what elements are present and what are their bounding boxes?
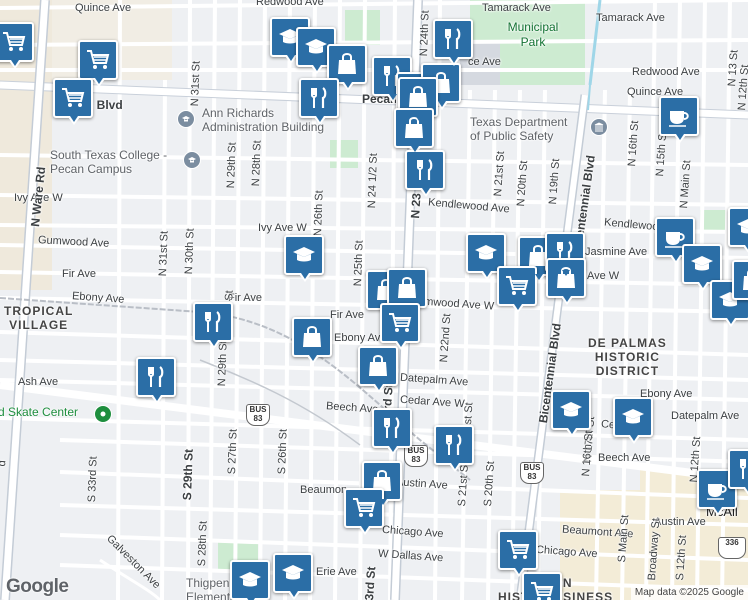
restaurant-marker[interactable] [728, 449, 748, 496]
street-redwood-ave: Redwood Ave [256, 0, 324, 8]
street-n-24-half-st: N 24 1/2 St [366, 152, 380, 209]
public-safety-line1: Texas Department [470, 115, 568, 129]
skate-center-icon[interactable] [94, 405, 112, 423]
street-tamarack-ave: Tamarack Ave [482, 2, 551, 14]
public-safety-line2: of Public Safety [470, 129, 554, 143]
street-quince-ave: Quince Ave [75, 2, 132, 14]
street-n-12th-st: N 12th St [736, 64, 748, 111]
restaurant-marker[interactable] [299, 78, 339, 125]
de-palmas-line1: DE PALMAS [588, 336, 667, 350]
municipal-park-name: Municipal Park [507, 20, 559, 49]
tropical-village-label: TROPICAL VILLAGE [4, 304, 73, 332]
school-marker[interactable] [551, 390, 591, 437]
ann-richards-line2: Administration Building [202, 120, 325, 134]
google-logo: Google [6, 576, 69, 597]
street-ivy-ave-w: Ivy Ave W [258, 222, 307, 234]
street-n-ware-rd-2: d [0, 459, 9, 467]
street-n-24th-st: N 24th St [418, 10, 432, 57]
school-marker[interactable] [273, 553, 313, 600]
shopping-bag-marker[interactable] [387, 268, 427, 315]
shopping-cart-marker[interactable] [53, 78, 93, 125]
restaurant-marker[interactable] [405, 150, 445, 197]
shopping-bag-marker[interactable] [292, 317, 332, 364]
tropical-village-line2: VILLAGE [9, 318, 69, 332]
street-n-31st-st-2: N 31st St [157, 230, 171, 277]
street-jasmine-ave: Jasmine Ave [585, 246, 648, 258]
south-texas-college-line2: Pecan Campus [50, 162, 133, 176]
street-n-25th-st: N 25th St [352, 240, 366, 287]
ann-richards-building-icon[interactable] [177, 110, 195, 128]
street-beaumont-ave-w: Beaumon [300, 484, 348, 496]
shopping-cart-marker[interactable] [78, 40, 118, 87]
cafe-marker[interactable] [659, 96, 699, 143]
shopping-cart-marker[interactable] [344, 488, 384, 535]
map-canvas[interactable]: Quince Ave Redwood Ave Tamarack Ave Tama… [0, 0, 748, 600]
shield-top: BUS [523, 463, 541, 472]
street-s-27th-st: S 27th St [226, 428, 240, 475]
shopping-cart-marker[interactable] [0, 22, 34, 69]
de-palmas-line3: DISTRICT [595, 364, 660, 378]
restaurant-marker[interactable] [136, 357, 176, 404]
tropical-village-line1: TROPICAL [4, 304, 74, 318]
de-palmas-label: DE PALMAS HISTORIC DISTRICT [588, 336, 667, 378]
south-texas-college-icon[interactable] [183, 151, 201, 169]
shield-num: 336 [725, 538, 739, 547]
de-palmas-line2: HISTORIC [594, 350, 660, 364]
shield-num: 83 [411, 455, 421, 464]
municipal-park-label: Municipal Park [502, 20, 564, 50]
south-texas-college-line1: South Texas College - [50, 148, 168, 162]
street-s-29th-st: S 29th St [180, 448, 196, 501]
restaurant-marker[interactable] [193, 302, 233, 349]
street-s-33rd-st: S 33rd St [86, 456, 100, 503]
restaurant-marker[interactable] [433, 19, 473, 66]
school-marker[interactable] [230, 560, 270, 600]
street-fir-ave: Fir Ave [62, 268, 97, 280]
shopping-cart-marker[interactable] [522, 572, 562, 600]
bus-83-shield-3: BUS 83 [520, 462, 544, 484]
shield-num: 83 [253, 414, 263, 423]
street-ebony-ave-2: Ebony Av [334, 332, 381, 344]
street-n-30th-st: N 30th St [183, 228, 197, 275]
street-23rd-st-c: 3rd St [362, 566, 379, 600]
school-marker[interactable] [284, 235, 324, 282]
street-redwood-ave-east: Redwood Ave [632, 66, 700, 78]
street-erie-ave: Erie Ave [316, 566, 357, 578]
shopping-cart-marker[interactable] [497, 266, 537, 313]
public-safety-icon[interactable] [590, 118, 608, 136]
school-marker[interactable] [682, 244, 722, 291]
shopping-bag-marker[interactable] [732, 260, 748, 307]
street-datepalm-ave-east: Datepalm Ave [671, 410, 740, 422]
south-texas-college-label: South Texas College - Pecan Campus [50, 148, 167, 176]
bus-83-shield-2: BUS 83 [404, 445, 428, 467]
school-marker[interactable] [613, 397, 653, 444]
bus-83-shield: BUS 83 [246, 404, 270, 426]
shopping-bag-marker[interactable] [358, 346, 398, 393]
street-tamarack-ave-east: Tamarack Ave [596, 12, 665, 24]
street-ave-w: Ave W [587, 270, 620, 282]
street-quince-ave-mid: ce Ave [468, 56, 501, 68]
restaurant-marker[interactable] [372, 408, 412, 455]
shopping-cart-marker[interactable] [498, 530, 538, 577]
street-s-26th-st: S 26th St [276, 428, 290, 475]
street-n-28th-st: N 28th St [250, 140, 264, 187]
shopping-bag-marker[interactable] [546, 258, 586, 305]
street-beech-ave-east: Beech Ave [598, 452, 651, 464]
street-n-29th-st: N 29th St [225, 142, 239, 189]
school-marker[interactable] [728, 207, 748, 254]
restaurant-marker[interactable] [434, 425, 474, 472]
public-safety-label: Texas Department of Public Safety [470, 115, 567, 143]
shield-top: BUS [249, 405, 267, 414]
route-336-shield: 336 [718, 537, 746, 559]
street-21st-st-b: st St [462, 402, 476, 425]
street-ash-ave: Ash Ave [18, 376, 59, 388]
street-fir-ave-3: Fir Ave [330, 309, 365, 321]
map-attribution[interactable]: Map data ©2025 Google [630, 585, 748, 600]
street-n-31st-st: N 31st St [189, 60, 203, 107]
shield-num: 83 [527, 472, 537, 481]
street-n-26th-st: N 26th St [312, 190, 326, 237]
skate-center-label: d Skate Center [0, 405, 79, 419]
street-s-28th-st: S 28th St [196, 520, 210, 567]
